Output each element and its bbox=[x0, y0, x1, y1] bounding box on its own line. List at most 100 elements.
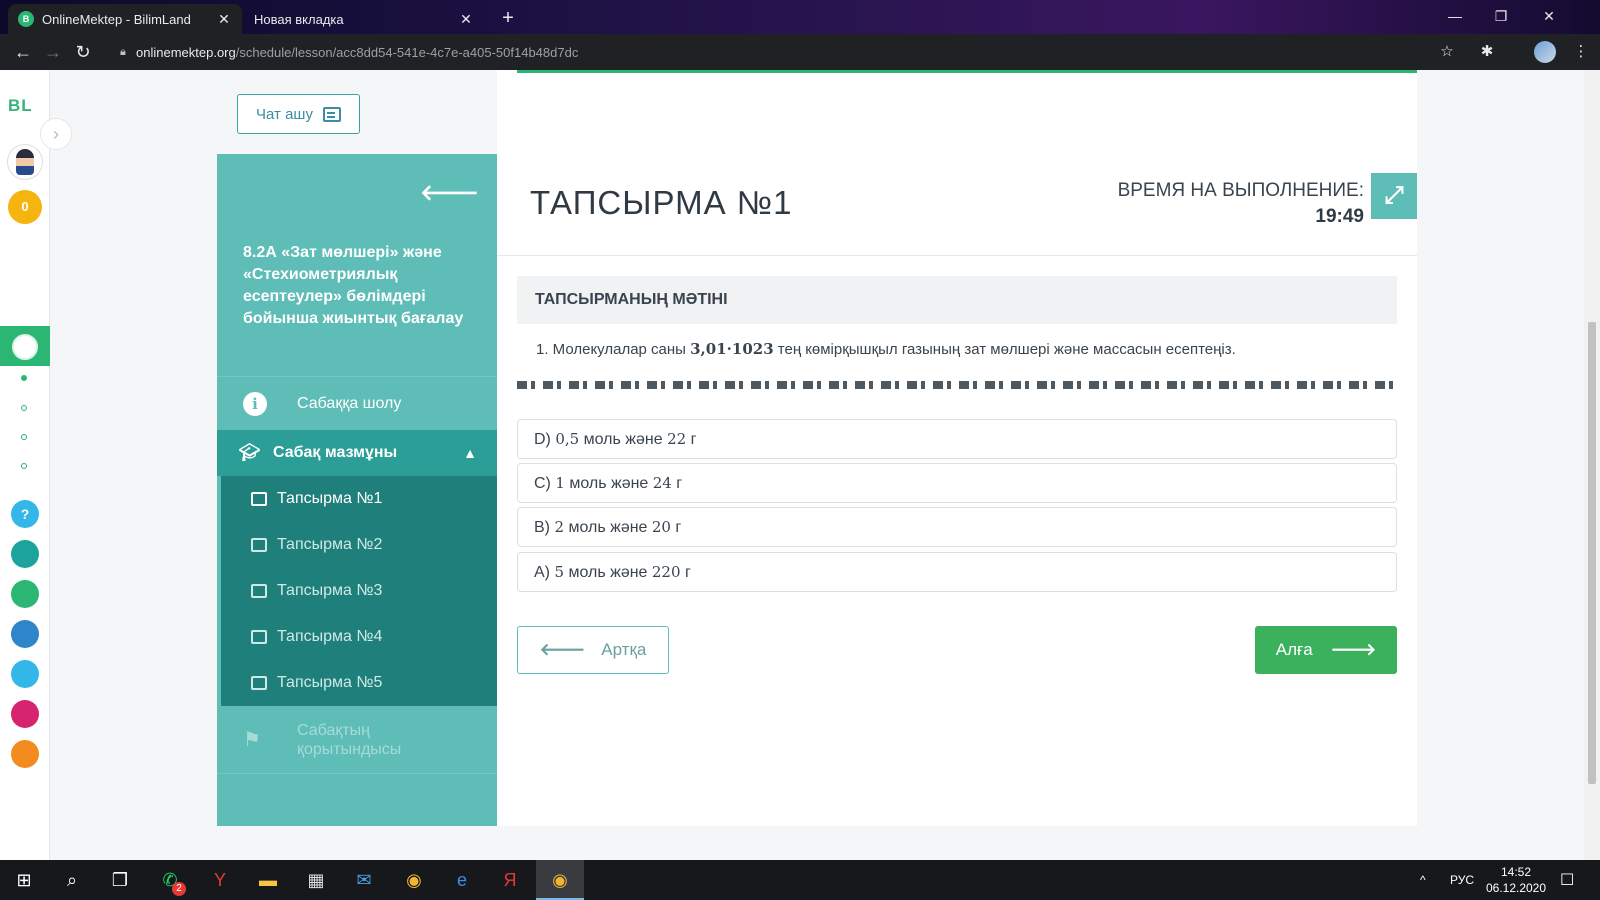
collapse-arrow-left-icon[interactable]: 🡐 bbox=[420, 180, 479, 206]
option-value: 220 bbox=[651, 563, 681, 581]
nav-dot-icon[interactable] bbox=[21, 375, 27, 381]
expand-rail-chevron-icon[interactable]: › bbox=[40, 118, 72, 150]
search-icon[interactable]: ⌕ bbox=[48, 860, 96, 900]
answer-option-a[interactable]: A) 5 моль және 220 г bbox=[517, 552, 1397, 592]
back-arrow-icon[interactable]: ← bbox=[8, 42, 38, 63]
tab-onlinemektep[interactable]: B OnlineMektep - BilimLand ✕ bbox=[8, 4, 242, 34]
chevron-up-icon: ▲ bbox=[463, 445, 477, 461]
yandex-browser-icon[interactable]: Y bbox=[196, 860, 244, 900]
nav-dot-icon[interactable] bbox=[21, 434, 27, 440]
sidebar-task-3[interactable]: Тапсырма №3 bbox=[221, 568, 497, 614]
minimize-icon[interactable]: — bbox=[1432, 0, 1478, 34]
answer-option-d[interactable]: D) 0,5 моль және 22 г bbox=[517, 419, 1397, 459]
edit-icon bbox=[251, 538, 267, 552]
nav-dot-icon[interactable] bbox=[21, 463, 27, 469]
option-letter: D) bbox=[534, 431, 556, 448]
next-button[interactable]: Алға 🡒 bbox=[1255, 626, 1397, 674]
bilimbook-icon[interactable] bbox=[11, 620, 39, 648]
page-title: ТАПСЫРМА №1 bbox=[530, 184, 793, 221]
option-text: моль және bbox=[579, 431, 668, 448]
coins-badge[interactable]: 0 bbox=[8, 190, 42, 224]
option-value: 24 bbox=[652, 474, 672, 492]
profile-avatar[interactable] bbox=[1534, 41, 1556, 63]
option-value: 5 bbox=[554, 563, 564, 581]
reload-icon[interactable]: ↻ bbox=[68, 42, 98, 63]
scrollbar-thumb[interactable] bbox=[1588, 322, 1596, 784]
language-indicator[interactable]: РУС bbox=[1450, 860, 1474, 900]
tasks-app-icon[interactable] bbox=[11, 660, 39, 688]
lock-icon: 🔒︎ bbox=[120, 45, 126, 58]
store-icon[interactable]: ▦ bbox=[292, 860, 340, 900]
question-value: 3,01·1023 bbox=[690, 340, 774, 358]
graduation-cap-icon: 🎓︎ bbox=[239, 443, 261, 462]
page-scrollbar[interactable] bbox=[1584, 70, 1600, 860]
yandex-icon[interactable]: Я bbox=[486, 860, 534, 900]
answer-option-c[interactable]: C) 1 моль және 24 г bbox=[517, 463, 1397, 503]
file-explorer-icon[interactable]: ▬ bbox=[244, 860, 292, 900]
help-icon[interactable]: ? bbox=[11, 500, 39, 528]
option-unit: г bbox=[670, 519, 682, 536]
nav-dot-icon[interactable] bbox=[21, 405, 27, 411]
sidebar-task-5[interactable]: Тапсырма №5 bbox=[221, 660, 497, 706]
forward-arrow-icon[interactable]: → bbox=[38, 42, 68, 63]
url-path: /schedule/lesson/acc8dd54-541e-4c7e-a405… bbox=[235, 44, 579, 60]
notifications-icon[interactable]: ☐ bbox=[1560, 860, 1574, 900]
option-letter: C) bbox=[534, 475, 556, 492]
chrome-icon[interactable]: ◉ bbox=[390, 860, 438, 900]
close-tab-icon[interactable]: ✕ bbox=[216, 11, 232, 28]
chat-icon bbox=[322, 106, 341, 122]
online-mektep-icon[interactable] bbox=[0, 326, 50, 366]
sidebar-item-summary[interactable]: ⚑ Сабақтың қорытындысы bbox=[217, 706, 497, 774]
option-letter: B) bbox=[534, 519, 555, 536]
option-text: моль және bbox=[564, 564, 652, 581]
whatsapp-icon[interactable]: ✆ 2 bbox=[146, 860, 194, 900]
sidebar-item-overview[interactable]: i Сабаққа шолу bbox=[217, 376, 497, 430]
browser-toolbar: ← → ↻ 🔒︎ onlinemektep.org/schedule/lesso… bbox=[0, 34, 1600, 70]
bilimland-app-icon[interactable] bbox=[11, 580, 39, 608]
close-tab-icon[interactable]: ✕ bbox=[458, 11, 474, 28]
pisa-icon[interactable] bbox=[11, 540, 39, 568]
mektep-app-icon[interactable] bbox=[11, 740, 39, 768]
tab-new[interactable]: Новая вкладка ✕ bbox=[244, 4, 484, 34]
bilimland-favicon-icon: B bbox=[18, 11, 34, 27]
chrome-active-icon[interactable]: ◉ bbox=[536, 860, 584, 900]
twig-icon[interactable] bbox=[11, 700, 39, 728]
sidebar-item-content[interactable]: 🎓︎ Сабақ мазмұны ▲ bbox=[217, 430, 497, 476]
divider bbox=[497, 255, 1417, 256]
clock[interactable]: 14:52 06.12.2020 bbox=[1484, 864, 1548, 896]
user-avatar[interactable] bbox=[7, 144, 43, 180]
option-value: 22 bbox=[667, 430, 687, 448]
tab-title: Новая вкладка bbox=[254, 11, 344, 27]
edge-icon[interactable]: e bbox=[438, 860, 486, 900]
fullscreen-expand-icon[interactable]: ⤢ bbox=[1371, 173, 1417, 219]
close-window-icon[interactable]: ✕ bbox=[1526, 0, 1572, 34]
option-unit: г bbox=[680, 564, 691, 581]
new-tab-button[interactable]: + bbox=[494, 6, 522, 30]
timer-value: 19:49 bbox=[1315, 206, 1364, 227]
open-chat-button[interactable]: Чат ашу bbox=[237, 94, 360, 134]
bookmark-star-icon[interactable]: ☆ bbox=[1436, 42, 1458, 64]
extensions-icon[interactable]: ✱ bbox=[1476, 42, 1498, 64]
answer-option-b[interactable]: B) 2 моль және 20 г bbox=[517, 507, 1397, 547]
sidebar-task-2[interactable]: Тапсырма №2 bbox=[221, 522, 497, 568]
bilimland-logo[interactable]: BL bbox=[8, 96, 33, 116]
task-label: Тапсырма №4 bbox=[277, 628, 383, 645]
edit-icon bbox=[251, 676, 267, 690]
sidebar-item-label: Сабақтың қорытындысы bbox=[297, 721, 402, 758]
windows-taskbar: ⊞ ⌕ ❐ ✆ 2 Y ▬ ▦ ✉ ◉ e Я ◉ ^ РУС 14:52 06.… bbox=[0, 860, 1600, 900]
arrow-left-icon: 🡐 bbox=[539, 640, 586, 659]
sidebar-task-4[interactable]: Тапсырма №4 bbox=[221, 614, 497, 660]
windows-start-icon[interactable]: ⊞ bbox=[0, 860, 48, 900]
option-value: 0,5 bbox=[555, 430, 580, 448]
restore-icon[interactable]: ❐ bbox=[1478, 0, 1524, 34]
task-view-icon[interactable]: ❐ bbox=[96, 860, 144, 900]
tray-chevron-up-icon[interactable]: ^ bbox=[1420, 860, 1426, 900]
address-bar[interactable]: 🔒︎ onlinemektep.org/schedule/lesson/acc8… bbox=[112, 39, 1462, 65]
browser-tab-strip: B OnlineMektep - BilimLand ✕ Новая вклад… bbox=[0, 0, 1600, 34]
menu-icon[interactable]: ⋮ bbox=[1570, 42, 1592, 64]
task-label: Тапсырма №1 bbox=[277, 490, 383, 507]
back-button[interactable]: 🡐 Артқа bbox=[517, 626, 669, 674]
sidebar-task-1[interactable]: Тапсырма №1 bbox=[221, 476, 497, 522]
option-value: 20 bbox=[651, 518, 671, 536]
mail-icon[interactable]: ✉ bbox=[340, 860, 388, 900]
